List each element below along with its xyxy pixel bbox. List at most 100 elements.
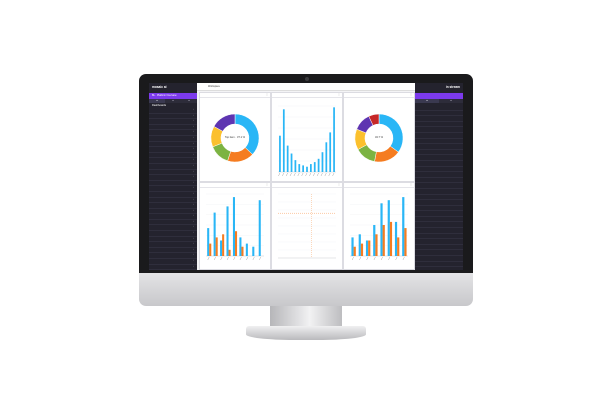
x-tick-label bbox=[373, 256, 376, 261]
right-sidebar: in stream ● ● bbox=[415, 83, 463, 270]
panel-menu-icon[interactable]: ⋮ bbox=[338, 93, 340, 97]
bar[interactable] bbox=[252, 246, 255, 256]
sidebar-list: › › › › › › › › › › › › › › › › › › › › › › › › › › › › › bbox=[149, 108, 197, 270]
bar-secondary[interactable] bbox=[235, 231, 238, 256]
chevron-right-icon: › bbox=[193, 232, 194, 235]
x-tick-label bbox=[282, 172, 285, 177]
x-tick-label bbox=[320, 172, 323, 177]
donut-slice[interactable] bbox=[234, 113, 260, 155]
donut-slice[interactable] bbox=[378, 113, 404, 153]
bar[interactable] bbox=[306, 166, 308, 172]
bar[interactable] bbox=[325, 142, 328, 172]
bar[interactable] bbox=[245, 243, 248, 256]
bar-chart-bottom-left bbox=[206, 193, 264, 261]
bar-secondary[interactable] bbox=[375, 234, 378, 256]
chevron-right-icon: › bbox=[193, 164, 194, 167]
bar[interactable] bbox=[373, 225, 376, 256]
x-tick-label bbox=[239, 256, 242, 261]
right-tab-1[interactable]: ● bbox=[415, 99, 439, 103]
panel-menu-icon[interactable]: ⋮ bbox=[338, 183, 340, 187]
sidebar-tab-1[interactable]: ● bbox=[149, 99, 165, 103]
x-tick-label bbox=[226, 256, 229, 261]
bar[interactable] bbox=[333, 107, 335, 172]
sidebar-tab-3[interactable]: ● bbox=[181, 99, 197, 103]
x-tick-label bbox=[351, 256, 354, 261]
x-tick-label bbox=[301, 172, 304, 177]
chevron-right-icon: › bbox=[193, 243, 194, 246]
panel-donut-1: ⋮ Top item · 37.1 % bbox=[199, 92, 271, 182]
app-logo[interactable]: mosaic ai bbox=[149, 83, 197, 93]
chevron-right-icon: › bbox=[193, 187, 194, 190]
line-chart-middle bbox=[278, 193, 336, 259]
bar[interactable] bbox=[282, 109, 285, 172]
bar-secondary[interactable] bbox=[360, 243, 364, 256]
bar-secondary[interactable] bbox=[389, 221, 393, 256]
bar[interactable] bbox=[317, 158, 320, 172]
bar[interactable] bbox=[258, 200, 261, 256]
bar[interactable] bbox=[279, 135, 281, 172]
bar[interactable] bbox=[232, 197, 235, 256]
right-tab-2[interactable]: ● bbox=[439, 99, 463, 103]
x-tick-label bbox=[278, 172, 281, 177]
bar[interactable] bbox=[207, 228, 210, 256]
sidebar-tab-2[interactable]: ● bbox=[165, 99, 181, 103]
sidebar-tabs: ● ● ● bbox=[149, 99, 197, 103]
bar[interactable] bbox=[394, 221, 398, 256]
panel-menu-icon[interactable]: ⋮ bbox=[266, 183, 268, 187]
bar-secondary[interactable] bbox=[353, 246, 356, 256]
chevron-right-icon: › bbox=[193, 114, 194, 117]
panel-line-middle: ⋮ bbox=[271, 182, 343, 270]
x-tick-label bbox=[207, 256, 210, 261]
panel-menu-icon[interactable]: ⋮ bbox=[410, 93, 412, 97]
x-tick-label bbox=[395, 256, 398, 261]
right-sidebar-logo[interactable]: in stream bbox=[415, 83, 463, 93]
panel-menu-icon[interactable]: ⋮ bbox=[410, 183, 412, 187]
bar[interactable] bbox=[402, 197, 405, 256]
bar-secondary[interactable] bbox=[382, 225, 385, 256]
bar[interactable] bbox=[321, 152, 324, 172]
bar[interactable] bbox=[387, 200, 390, 256]
x-tick-label bbox=[359, 256, 362, 261]
bar[interactable] bbox=[358, 234, 361, 256]
bar-secondary[interactable] bbox=[222, 234, 225, 256]
bar[interactable] bbox=[309, 164, 312, 172]
bar-secondary[interactable] bbox=[368, 240, 371, 257]
bar[interactable] bbox=[213, 212, 216, 256]
bar[interactable] bbox=[294, 160, 297, 172]
bar[interactable] bbox=[380, 203, 383, 256]
bar[interactable] bbox=[313, 162, 316, 172]
bar[interactable] bbox=[365, 240, 369, 257]
bar-secondary[interactable] bbox=[404, 228, 407, 256]
panel-menu-icon[interactable]: ⋮ bbox=[266, 93, 268, 97]
sidebar-item[interactable]: › bbox=[149, 265, 197, 270]
chevron-right-icon: › bbox=[193, 159, 194, 162]
chevron-right-icon: › bbox=[193, 265, 194, 268]
chevron-right-icon: › bbox=[193, 181, 194, 184]
bar-secondary[interactable] bbox=[397, 237, 400, 256]
bar-secondary[interactable] bbox=[241, 246, 244, 256]
bar[interactable] bbox=[298, 164, 301, 172]
right-sidebar-item[interactable] bbox=[415, 262, 463, 268]
bar[interactable] bbox=[302, 165, 305, 172]
left-sidebar: mosaic ai BL · Platform Overview ● ● ● D… bbox=[149, 83, 197, 270]
bar[interactable] bbox=[226, 206, 229, 256]
bar[interactable] bbox=[290, 153, 293, 172]
bar-secondary[interactable] bbox=[228, 249, 231, 256]
x-tick-label bbox=[297, 172, 300, 177]
bar-secondary[interactable] bbox=[215, 237, 218, 256]
topbar-workspace-label[interactable]: Workspace bbox=[208, 85, 220, 88]
x-tick-label bbox=[388, 256, 391, 261]
bar[interactable] bbox=[220, 240, 223, 257]
panel-bars-bottom-right: ⋮ bbox=[343, 182, 415, 270]
chevron-right-icon: › bbox=[193, 120, 194, 123]
donut-chart-1: Top item · 37.1 % bbox=[210, 113, 260, 163]
x-tick-label bbox=[316, 172, 319, 177]
bar-secondary[interactable] bbox=[209, 243, 212, 256]
chevron-right-icon: › bbox=[193, 170, 194, 173]
bar[interactable] bbox=[329, 132, 332, 172]
chevron-right-icon: › bbox=[193, 237, 194, 240]
bar[interactable] bbox=[351, 237, 354, 256]
bar[interactable] bbox=[239, 237, 242, 256]
chevron-right-icon: › bbox=[193, 142, 194, 145]
bar[interactable] bbox=[286, 145, 289, 172]
